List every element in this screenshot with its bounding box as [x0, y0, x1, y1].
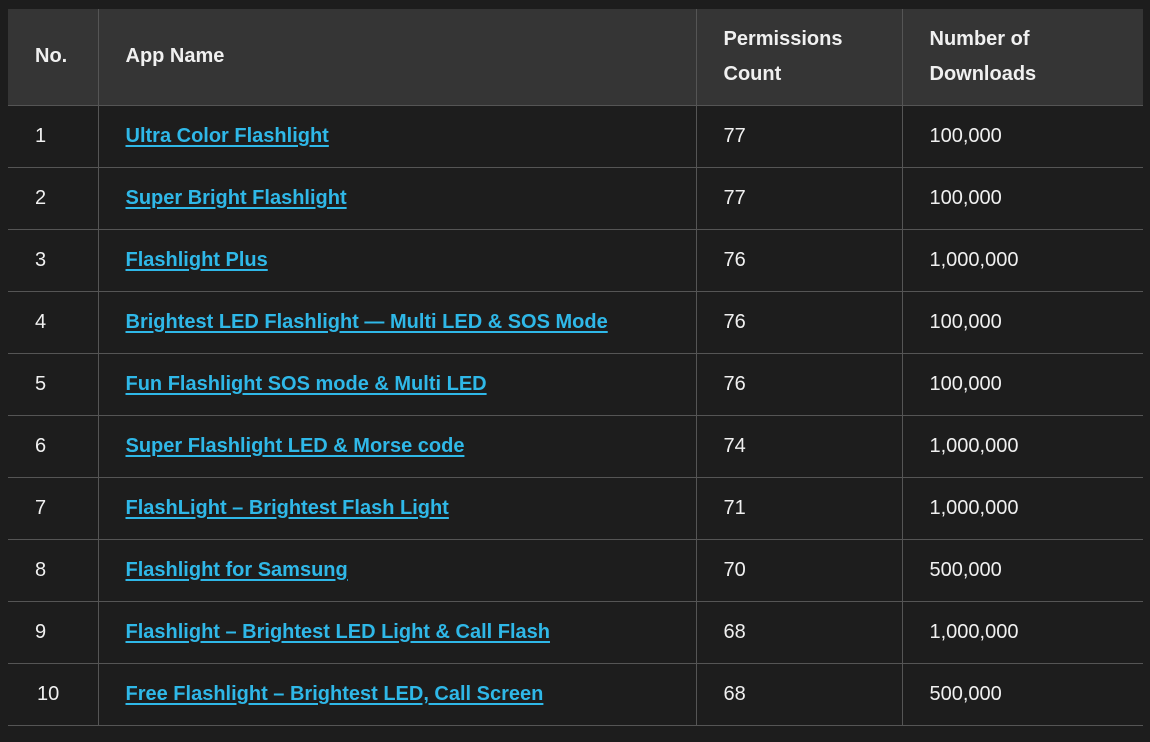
- header-downloads: Number of Downloads: [901, 9, 1143, 106]
- row-number: 9: [8, 601, 98, 664]
- app-name-cell: Flashlight Plus: [97, 229, 696, 292]
- row-number: 1: [8, 105, 98, 168]
- row-number: 5: [8, 353, 98, 416]
- row-number: 6: [8, 415, 98, 478]
- permissions-count-cell: 76: [695, 291, 902, 354]
- table-row: 9 Flashlight – Brightest LED Light & Call…: [8, 601, 1143, 664]
- app-name-link[interactable]: Free Flashlight – Brightest LED, Call Sc…: [126, 683, 544, 705]
- table-row: 2 Super Bright Flashlight 77 100,000: [8, 167, 1143, 230]
- table-row: 1 Ultra Color Flashlight 77 100,000: [8, 105, 1143, 168]
- table-row: 7 FlashLight – Brightest Flash Light 71 1,0…: [8, 477, 1143, 540]
- permissions-count-cell: 68: [695, 601, 902, 664]
- app-name-link[interactable]: Super Bright Flashlight: [126, 187, 347, 209]
- app-name-cell: Super Bright Flashlight: [97, 167, 696, 230]
- permissions-count-cell: 76: [695, 353, 902, 416]
- permissions-table-container: No. App Name Permissions Count Number of…: [8, 9, 1143, 726]
- app-name-cell: Brightest LED Flashlight — Multi LED & S…: [97, 291, 696, 354]
- permissions-count-cell: 76: [695, 229, 902, 292]
- table-row: 5 Fun Flashlight SOS mode & Multi LED 76 10…: [8, 353, 1143, 416]
- permissions-count-cell: 70: [695, 539, 902, 602]
- app-name-link[interactable]: Flashlight for Samsung: [126, 559, 348, 581]
- app-name-link[interactable]: Fun Flashlight SOS mode & Multi LED: [126, 373, 487, 395]
- permissions-count-cell: 77: [695, 167, 902, 230]
- downloads-cell: 100,000: [901, 167, 1143, 230]
- permissions-table: No. App Name Permissions Count Number of…: [8, 9, 1143, 726]
- downloads-cell: 100,000: [901, 291, 1143, 354]
- app-name-cell: Flashlight – Brightest LED Light & Call …: [97, 601, 696, 664]
- app-name-cell: Free Flashlight – Brightest LED, Call Sc…: [97, 663, 696, 726]
- app-name-cell: Ultra Color Flashlight: [97, 105, 696, 168]
- app-name-cell: Super Flashlight LED & Morse code: [97, 415, 696, 478]
- table-row: 3 Flashlight Plus 76 1,000,000: [8, 229, 1143, 292]
- app-name-cell: FlashLight – Brightest Flash Light: [97, 477, 696, 540]
- app-name-cell: Fun Flashlight SOS mode & Multi LED: [97, 353, 696, 416]
- app-name-link[interactable]: Brightest LED Flashlight — Multi LED & S…: [126, 311, 608, 333]
- header-row: No. App Name Permissions Count Number of…: [8, 9, 1143, 106]
- table-row: 8 Flashlight for Samsung 70 500,000: [8, 539, 1143, 602]
- row-number: 7: [8, 477, 98, 540]
- header-no: No.: [8, 9, 98, 106]
- permissions-count-cell: 74: [695, 415, 902, 478]
- downloads-cell: 500,000: [901, 539, 1143, 602]
- app-name-cell: Flashlight for Samsung: [97, 539, 696, 602]
- permissions-count-cell: 68: [695, 663, 902, 726]
- table-row: 10 Free Flashlight – Brightest LED, Call …: [8, 663, 1143, 726]
- downloads-cell: 1,000,000: [901, 477, 1143, 540]
- app-name-link[interactable]: Flashlight Plus: [126, 249, 268, 271]
- downloads-cell: 500,000: [901, 663, 1143, 726]
- table-header: No. App Name Permissions Count Number of…: [8, 9, 1143, 106]
- header-app-name: App Name: [97, 9, 696, 106]
- row-number: 8: [8, 539, 98, 602]
- row-number: 2: [8, 167, 98, 230]
- downloads-cell: 1,000,000: [901, 415, 1143, 478]
- downloads-cell: 1,000,000: [901, 601, 1143, 664]
- row-number: 3: [8, 229, 98, 292]
- downloads-cell: 1,000,000: [901, 229, 1143, 292]
- permissions-count-cell: 71: [695, 477, 902, 540]
- row-number: 4: [8, 291, 98, 354]
- row-number: 10: [8, 663, 98, 726]
- downloads-cell: 100,000: [901, 353, 1143, 416]
- app-name-link[interactable]: Super Flashlight LED & Morse code: [126, 435, 465, 457]
- table-row: 6 Super Flashlight LED & Morse code 74 1,00…: [8, 415, 1143, 478]
- table-body: 1 Ultra Color Flashlight 77 100,000 2 Super B…: [8, 105, 1143, 726]
- app-name-link[interactable]: Ultra Color Flashlight: [126, 125, 329, 147]
- downloads-cell: 100,000: [901, 105, 1143, 168]
- app-name-link[interactable]: Flashlight – Brightest LED Light & Call …: [126, 621, 550, 643]
- table-row: 4 Brightest LED Flashlight — Multi LED & …: [8, 291, 1143, 354]
- permissions-count-cell: 77: [695, 105, 902, 168]
- app-name-link[interactable]: FlashLight – Brightest Flash Light: [126, 497, 449, 519]
- header-permissions-count: Permissions Count: [695, 9, 902, 106]
